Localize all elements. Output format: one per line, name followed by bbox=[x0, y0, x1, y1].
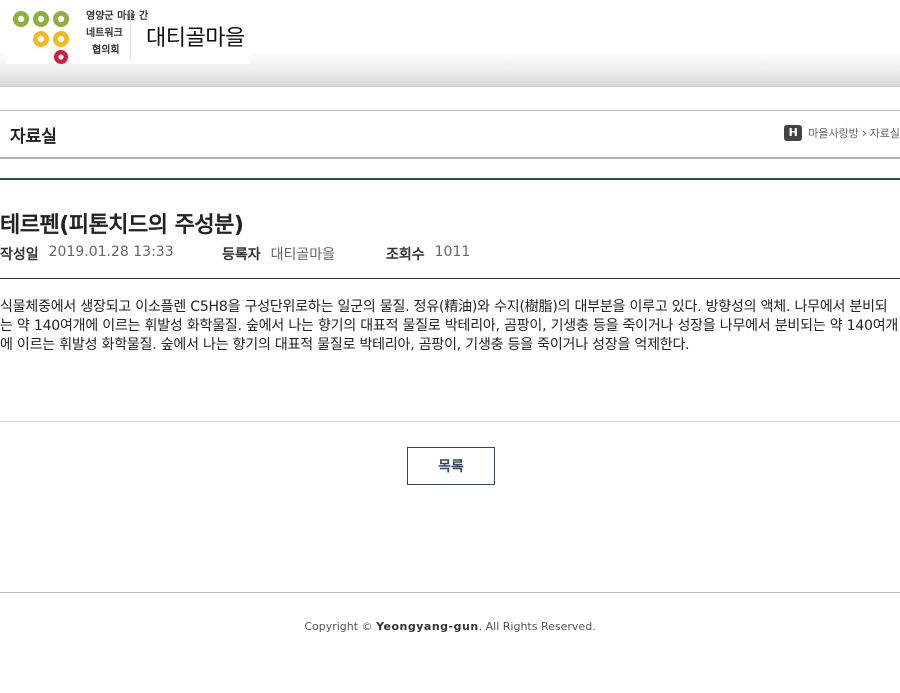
meta-date: 작성일 2019.01.28 13:33 bbox=[0, 244, 222, 264]
meta-views-value: 1011 bbox=[434, 244, 471, 260]
meta-views: 조회수 1011 bbox=[386, 244, 470, 264]
article-body: 식물체중에서 생장되고 이소플렌 C5H8을 구성단위로하는 일군의 물질. 정… bbox=[0, 299, 899, 353]
logo-line-1: 영양군 마을 간 bbox=[86, 11, 149, 22]
footer-copyright: Copyright © Yeongyang-gun. All Rights Re… bbox=[0, 620, 900, 633]
article-title: 테르펜(피톤치드의 주성분) bbox=[0, 213, 244, 238]
logo-line-2: 네트워크 bbox=[86, 28, 123, 39]
village-name[interactable]: 대티골마을 bbox=[146, 20, 245, 52]
breadcrumb-item-board[interactable]: 마을사랑방 bbox=[808, 125, 859, 141]
home-icon[interactable]: H bbox=[784, 125, 803, 141]
meta-views-label: 조회수 bbox=[386, 247, 425, 263]
logo-text: 영양군 마을 간 네트워크 협의회 bbox=[86, 8, 148, 59]
article-bottom-divider bbox=[0, 421, 900, 422]
breadcrumb-item-archive[interactable]: 자료실 bbox=[870, 125, 900, 141]
copyright-prefix: Copyright © bbox=[304, 620, 377, 633]
article-meta: 작성일 2019.01.28 13:33 등록자 대티골마을 조회수 1011 bbox=[0, 244, 470, 264]
breadcrumb: H 마을사랑방 › 자료실 bbox=[784, 125, 900, 141]
section-title-bar: 자료실 H 마을사랑방 › 자료실 bbox=[0, 110, 900, 159]
page-title: 자료실 bbox=[10, 127, 57, 147]
network-logo-icon bbox=[13, 11, 69, 64]
article-meta-divider bbox=[0, 278, 900, 279]
meta-author: 등록자 대티골마을 bbox=[222, 244, 386, 264]
logo-divider bbox=[130, 10, 131, 60]
list-button[interactable]: 목록 bbox=[407, 447, 495, 485]
article-top-divider bbox=[0, 178, 900, 180]
logo-line-3: 협의회 bbox=[92, 45, 120, 56]
site-logo[interactable]: 영양군 마을 간 네트워크 협의회 대티골마을 bbox=[6, 6, 250, 64]
meta-date-label: 작성일 bbox=[0, 247, 39, 263]
footer-divider bbox=[0, 592, 900, 593]
chevron-right-icon: › bbox=[861, 126, 867, 140]
copyright-suffix: . All Rights Reserved. bbox=[478, 620, 596, 633]
site-header: 영양군 마을 간 네트워크 협의회 대티골마을 bbox=[0, 0, 900, 87]
meta-date-value: 2019.01.28 13:33 bbox=[48, 244, 174, 260]
copyright-brand: Yeongyang-gun bbox=[376, 620, 479, 633]
meta-author-value: 대티골마을 bbox=[270, 247, 336, 263]
meta-author-label: 등록자 bbox=[222, 247, 261, 263]
